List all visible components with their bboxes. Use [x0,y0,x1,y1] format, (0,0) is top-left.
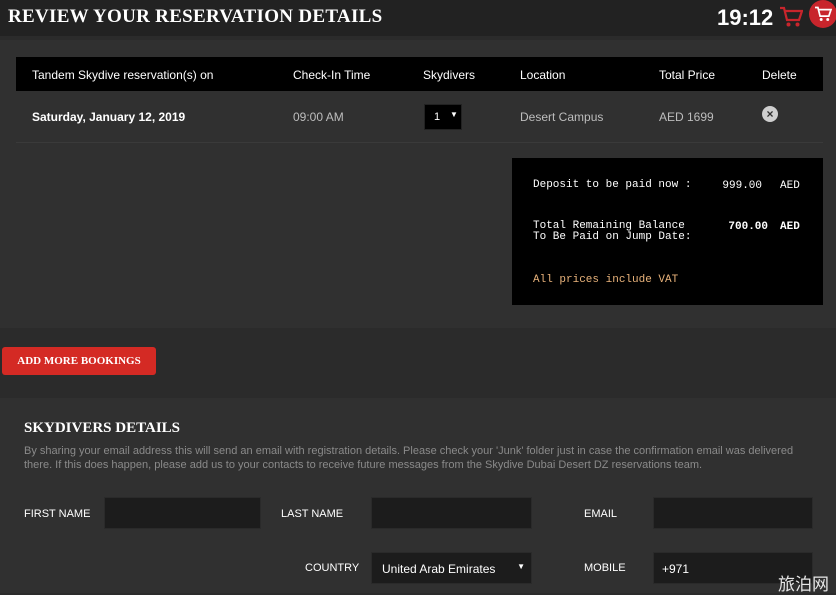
cart-icon[interactable] [779,6,803,28]
header-skydivers: Skydivers [423,68,476,82]
chevron-down-icon: ▼ [450,110,458,119]
reservation-date: Saturday, January 12, 2019 [32,110,186,124]
watermark: 旅泊网 [778,575,829,594]
mobile-value: +971 [662,562,690,576]
last-name-field[interactable] [371,497,532,529]
cart-badge-icon[interactable] [809,0,836,28]
countdown-clock: 19:12 [717,5,774,30]
add-more-bookings-button[interactable]: ADD MORE BOOKINGS [2,347,156,375]
table-row: Saturday, January 12, 2019 09:00 AM 1 ▼ … [16,92,823,143]
deposit-label: Deposit to be paid now : [533,179,692,191]
deposit-amount: 999.00 [722,180,762,192]
section-title: SKYDIVERS DETAILS [24,420,181,436]
checkin-time: 09:00 AM [293,110,344,124]
email-label: EMAIL [584,508,618,520]
header-date: Tandem Skydive reservation(s) on [32,68,214,82]
vat-note: All prices include VAT [533,274,679,286]
skydivers-select[interactable]: 1 ▼ [424,104,462,130]
remaining-currency: AED [780,221,800,233]
location: Desert Campus [520,110,604,124]
deposit-currency: AED [780,180,800,192]
page-title: REVIEW YOUR RESERVATION DETAILS [8,6,383,27]
country-select[interactable]: United Arab Emirates ▼ [371,552,532,584]
header-price: Total Price [659,68,716,82]
remaining-label: Total Remaining Balance To Be Paid on Ju… [533,220,692,243]
last-name-label: LAST NAME [281,508,344,520]
total-price: AED 1699 [659,110,714,124]
header-checkin: Check-In Time [293,68,371,82]
chevron-down-icon: ▼ [517,562,525,571]
table-header: Tandem Skydive reservation(s) on Check-I… [16,57,823,91]
first-name-field[interactable] [104,497,261,529]
section-description: By sharing your email address this will … [24,445,794,471]
email-field[interactable] [653,497,813,529]
payment-summary: Deposit to be paid now : 999.00 AED Tota… [512,158,823,305]
delete-icon[interactable]: × [762,106,778,122]
country-label: COUNTRY [305,562,360,574]
header-delete: Delete [762,68,797,82]
first-name-label: FIRST NAME [24,508,91,520]
remaining-amount: 700.00 [728,221,768,233]
skydivers-value: 1 [434,111,441,123]
header-location: Location [520,68,566,82]
country-value: United Arab Emirates [382,562,496,576]
mobile-label: MOBILE [584,562,626,574]
